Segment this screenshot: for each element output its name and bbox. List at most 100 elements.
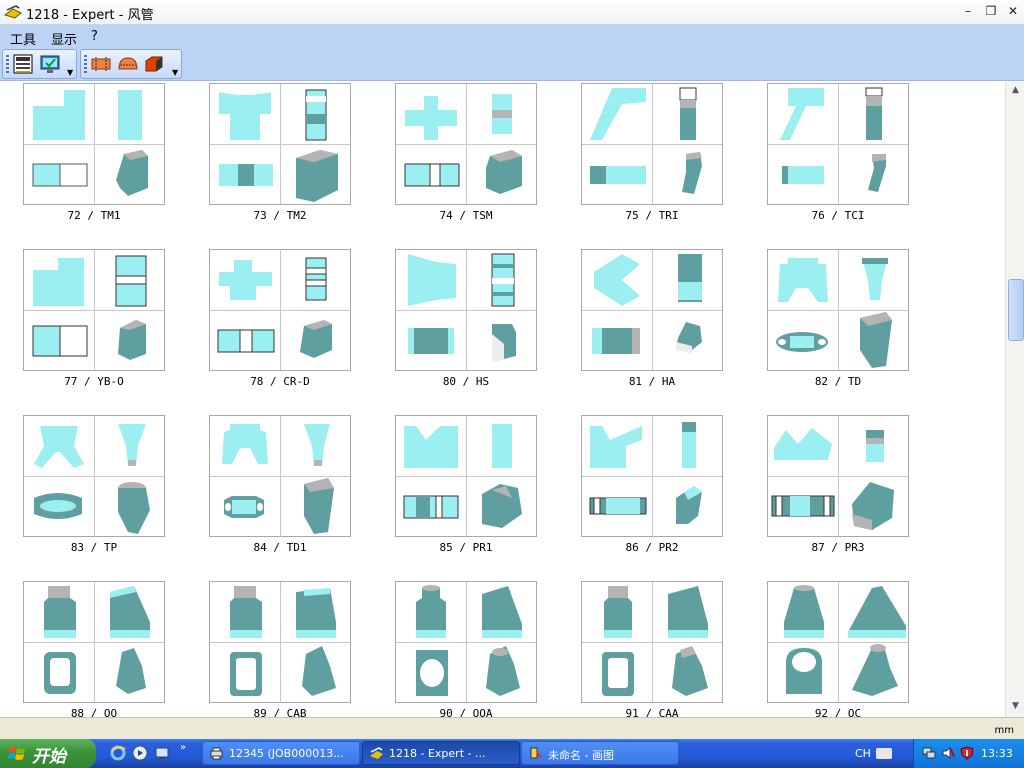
fitting-tci[interactable]: 76 / TCI [767, 83, 909, 222]
volume-icon[interactable] [941, 746, 955, 760]
monitor-icon[interactable] [39, 53, 61, 75]
menu-bar: 工具 显示 ? [0, 25, 1024, 48]
toolbar: ▼ ▼ [0, 47, 1024, 81]
duct-orange-icon[interactable] [90, 53, 112, 75]
fitting-thumbnail [404, 94, 522, 194]
fitting-tm2[interactable]: 73 / TM2 [209, 83, 351, 222]
toolbar-grip[interactable] [6, 55, 9, 73]
fitting-td[interactable]: 82 / TD [767, 249, 909, 388]
fitting-caa[interactable]: 91 / CAA [581, 581, 723, 717]
quicklaunch-overflow-icon[interactable]: » [180, 742, 186, 753]
menu-view[interactable]: 显示 [51, 29, 77, 48]
menu-help[interactable]: ? [91, 29, 98, 44]
fitting-card [209, 83, 351, 205]
fitting-thumbnail [771, 428, 894, 530]
duct-box-icon[interactable] [143, 53, 165, 75]
taskbar-button-label: 12345 (JOB000013... [229, 747, 344, 760]
calculator-icon[interactable] [12, 53, 34, 75]
fitting-caption: 90 / OOA [439, 707, 493, 717]
divider [210, 144, 350, 145]
toolbar-grip[interactable] [84, 55, 87, 73]
fitting-td1[interactable]: 84 / TD1 [209, 415, 351, 554]
fitting-pr2[interactable]: 86 / PR2 [581, 415, 723, 554]
toolbar-group-1: ▼ [2, 49, 77, 79]
fitting-gallery: 72 / TM1 73 / TM2 74 / TSM 75 / TRI 76 /… [0, 81, 1005, 717]
fitting-thumbnail [44, 586, 150, 694]
fitting-thumbnail [222, 424, 334, 534]
fitting-caption: 74 / TSM [439, 209, 493, 222]
network-icon[interactable] [922, 746, 936, 760]
toolbar-dropdown-1[interactable]: ▼ [67, 69, 73, 77]
system-tray: 13:33 [913, 739, 1024, 768]
fitting-caption: 86 / PR2 [625, 541, 679, 554]
fitting-thumbnail [32, 90, 148, 196]
duct-app-icon [370, 747, 383, 759]
language-indicator[interactable]: CH [855, 747, 871, 760]
taskbar-button-expert[interactable]: 1218 - Expert - ... [362, 741, 520, 765]
fitting-ooa[interactable]: 90 / OOA [395, 581, 537, 717]
fitting-caption: 82 / TD [814, 375, 862, 388]
fitting-card [23, 415, 165, 537]
fitting-hs[interactable]: 80 / HS [395, 249, 537, 388]
fitting-caption: 80 / HS [442, 375, 490, 388]
fitting-thumbnail [408, 253, 516, 362]
fitting-pr3[interactable]: 87 / PR3 [767, 415, 909, 554]
divider [210, 642, 350, 643]
fitting-yb-o[interactable]: 77 / YB-O [23, 249, 165, 388]
toolbar-group-2: ▼ [80, 49, 182, 79]
taskbar-button-paint[interactable]: 未命名 - 画图 [521, 741, 679, 765]
printer-icon [210, 747, 223, 760]
scroll-down-arrow-icon[interactable]: ▼ [1007, 698, 1024, 715]
fitting-card [23, 581, 165, 703]
divider [210, 310, 350, 311]
fitting-caption: 73 / TM2 [253, 209, 307, 222]
fitting-cr-d[interactable]: 78 / CR-D [209, 249, 351, 388]
fitting-card [395, 249, 537, 371]
start-button[interactable]: 开始 [0, 739, 96, 768]
fitting-card [395, 83, 537, 205]
toolbar-dropdown-2[interactable]: ▼ [172, 69, 178, 77]
divider [396, 144, 536, 145]
vertical-scrollbar[interactable]: ▲ ▼ [1005, 81, 1024, 717]
fitting-card [209, 249, 351, 371]
duct-elbow-icon[interactable] [117, 53, 139, 75]
fitting-cab[interactable]: 89 / CAB [209, 581, 351, 717]
fitting-caption: 75 / TRI [625, 209, 679, 222]
fitting-card [395, 415, 537, 537]
scroll-up-arrow-icon[interactable]: ▲ [1007, 82, 1024, 99]
fitting-caption: 89 / CAB [253, 707, 307, 717]
clock[interactable]: 13:33 [981, 747, 1013, 760]
fitting-pr1[interactable]: 85 / PR1 [395, 415, 537, 554]
fitting-tsm[interactable]: 74 / TSM [395, 83, 537, 222]
fitting-caption: 85 / PR1 [439, 541, 493, 554]
minimize-icon[interactable]: – [958, 3, 978, 20]
keyboard-icon[interactable] [876, 748, 892, 759]
fitting-thumbnail [219, 89, 338, 202]
restore-icon[interactable]: ❐ [981, 3, 1001, 20]
scroll-thumb[interactable] [1008, 279, 1024, 341]
close-icon[interactable]: ✕ [1003, 3, 1023, 20]
fitting-thumbnail [592, 254, 702, 354]
fitting-card [209, 415, 351, 537]
fitting-oo[interactable]: 88 / OO [23, 581, 165, 717]
fitting-tm1[interactable]: 72 / TM1 [23, 83, 165, 222]
fitting-thumbnail [776, 258, 892, 368]
ie-icon[interactable] [110, 745, 126, 761]
fitting-caption: 78 / CR-D [250, 375, 310, 388]
shield-icon[interactable] [960, 746, 974, 760]
fitting-card [767, 581, 909, 703]
taskbar-button-job[interactable]: 12345 (JOB000013... [202, 741, 360, 765]
menu-tools[interactable]: 工具 [10, 29, 36, 48]
show-desktop-icon[interactable] [154, 745, 170, 761]
fitting-tp[interactable]: 83 / TP [23, 415, 165, 554]
fitting-caption: 87 / PR3 [811, 541, 865, 554]
fitting-ha[interactable]: 81 / HA [581, 249, 723, 388]
fitting-thumbnail [602, 586, 708, 696]
fitting-tri[interactable]: 75 / TRI [581, 83, 723, 222]
fitting-oc[interactable]: 92 / OC [767, 581, 909, 717]
media-player-icon[interactable] [132, 745, 148, 761]
title-bar: 1218 - Expert - 风管 – ❐ ✕ [0, 0, 1024, 25]
divider [768, 310, 908, 311]
taskbar-button-label: 未命名 - 画图 [548, 749, 614, 762]
taskbar: 开始 » 12345 (JOB000013... 1218 - Expert -… [0, 739, 1024, 768]
